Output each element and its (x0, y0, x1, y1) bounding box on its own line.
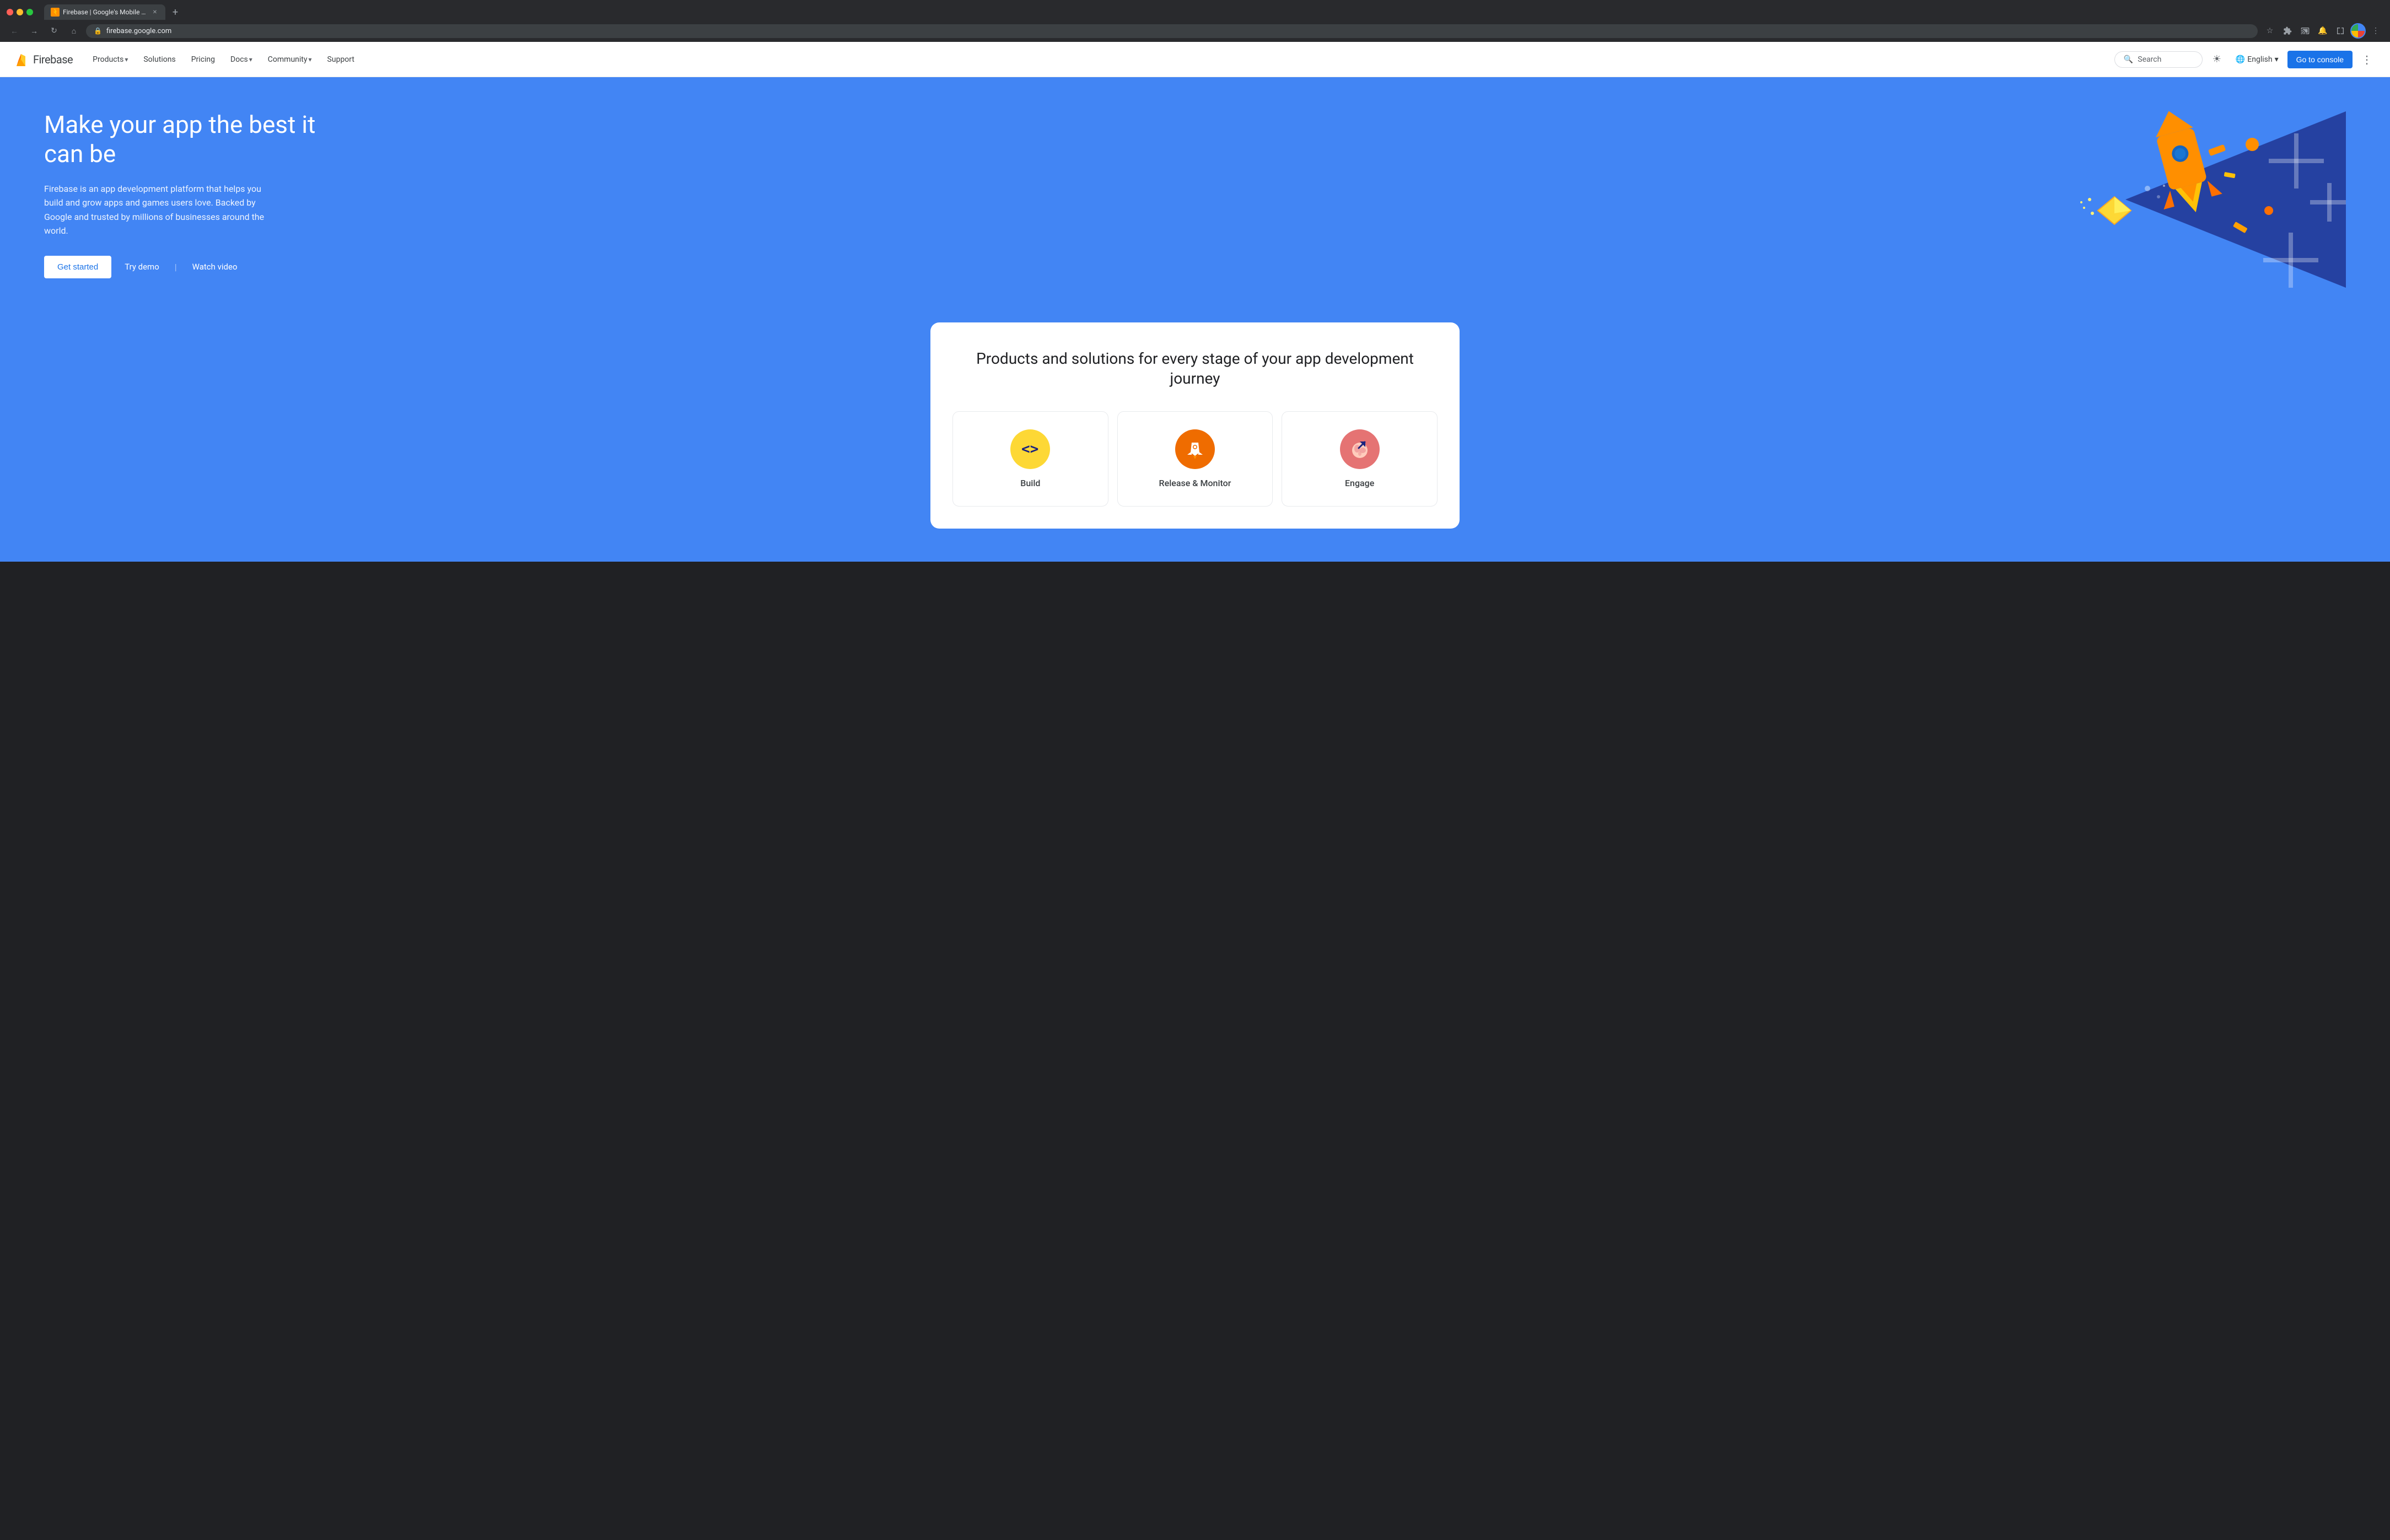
search-label: Search (2138, 55, 2161, 64)
hero-content: Make your app the best it can be Firebas… (44, 110, 331, 278)
back-button[interactable]: ← (7, 23, 22, 39)
hero-actions: Get started Try demo | Watch video (44, 256, 331, 278)
hero-illustration (331, 111, 2346, 277)
firebase-flame-icon (13, 52, 29, 67)
products-section-title: Products and solutions for every stage o… (952, 349, 1438, 389)
product-item-build[interactable]: <> Build (952, 411, 1108, 507)
website-content: Firebase Products ▾ Solutions Pricing Do… (0, 42, 2390, 562)
language-chevron-icon: ▾ (2275, 55, 2279, 64)
engage-icon-svg (1349, 438, 1371, 460)
maximize-window-button[interactable] (26, 9, 33, 15)
tab-title: Firebase | Google's Mobile &... (63, 8, 148, 16)
nav-item-docs[interactable]: Docs ▾ (224, 51, 259, 68)
browser-toolbar: ← → ↻ ⌂ 🔒 firebase.google.com ☆ 🔔 (0, 20, 2390, 42)
tab-close-button[interactable]: ✕ (151, 8, 159, 16)
home-button[interactable]: ⌂ (66, 23, 82, 39)
products-card: Products and solutions for every stage o… (930, 322, 1460, 529)
hero-description: Firebase is an app development platform … (44, 182, 276, 238)
release-label: Release & Monitor (1159, 478, 1231, 488)
address-bar[interactable]: 🔒 firebase.google.com (86, 24, 2258, 38)
engage-label: Engage (1345, 478, 1374, 488)
hero-section: Make your app the best it can be Firebas… (0, 77, 2390, 322)
products-chevron-icon: ▾ (125, 56, 128, 63)
profile-avatar[interactable] (2350, 23, 2366, 39)
traffic-lights (7, 9, 33, 15)
split-screen-icon[interactable] (2333, 23, 2348, 39)
go-to-console-button[interactable]: Go to console (2287, 51, 2353, 68)
extensions-icon[interactable] (2280, 23, 2295, 39)
build-icon-svg: <> (1019, 438, 1041, 460)
url-text: firebase.google.com (106, 27, 2250, 35)
language-selector[interactable]: 🌐 English ▾ (2231, 52, 2283, 67)
reload-button[interactable]: ↻ (46, 23, 62, 39)
docs-chevron-icon: ▾ (249, 56, 252, 63)
chrome-menu-icon[interactable]: ⋮ (2368, 23, 2383, 39)
nav-more-button[interactable]: ⋮ (2357, 50, 2377, 69)
engage-icon (1340, 429, 1380, 469)
try-demo-link[interactable]: Try demo (125, 262, 159, 272)
nav-items: Products ▾ Solutions Pricing Docs ▾ Comm… (86, 51, 2114, 68)
products-section: Products and solutions for every stage o… (0, 322, 2390, 562)
nav-item-community[interactable]: Community ▾ (261, 51, 319, 68)
nav-item-products[interactable]: Products ▾ (86, 51, 134, 68)
nav-right: 🔍 Search ☀ 🌐 English ▾ Go to console ⋮ (2114, 50, 2377, 69)
watch-video-link[interactable]: Watch video (192, 262, 238, 272)
get-started-button[interactable]: Get started (44, 256, 111, 278)
bookmark-icon[interactable]: ☆ (2262, 23, 2278, 39)
forward-button[interactable]: → (26, 23, 42, 39)
tab-bar: Firebase | Google's Mobile &... ✕ + (44, 4, 2383, 20)
globe-icon: 🌐 (2236, 55, 2245, 64)
close-window-button[interactable] (7, 9, 13, 15)
svg-text:<>: <> (1021, 441, 1038, 457)
nav-item-pricing[interactable]: Pricing (185, 51, 222, 68)
lock-icon: 🔒 (94, 27, 102, 35)
tab-favicon-icon (51, 8, 60, 17)
theme-toggle-button[interactable]: ☀ (2207, 50, 2227, 69)
toolbar-actions: ☆ 🔔 ⋮ (2262, 23, 2383, 39)
minimize-window-button[interactable] (17, 9, 23, 15)
release-icon-svg (1184, 438, 1206, 460)
active-tab[interactable]: Firebase | Google's Mobile &... ✕ (44, 4, 165, 20)
nav-item-support[interactable]: Support (321, 51, 361, 68)
product-item-release[interactable]: Release & Monitor (1117, 411, 1273, 507)
browser-title-bar: Firebase | Google's Mobile &... ✕ + (0, 0, 2390, 20)
hero-title: Make your app the best it can be (44, 110, 331, 169)
notifications-icon[interactable]: 🔔 (2315, 23, 2330, 39)
nav-item-solutions[interactable]: Solutions (137, 51, 182, 68)
new-tab-button[interactable]: + (168, 4, 183, 20)
products-grid: <> Build (952, 411, 1438, 507)
build-label: Build (1020, 478, 1040, 488)
language-text: English (2247, 55, 2272, 64)
browser-chrome: Firebase | Google's Mobile &... ✕ + ← → … (0, 0, 2390, 42)
hero-divider: | (175, 262, 177, 272)
cast-icon[interactable] (2297, 23, 2313, 39)
release-icon (1175, 429, 1215, 469)
build-icon: <> (1010, 429, 1050, 469)
firebase-logo-text: Firebase (33, 53, 73, 66)
main-nav: Firebase Products ▾ Solutions Pricing Do… (0, 42, 2390, 77)
product-item-engage[interactable]: Engage (1282, 411, 1438, 507)
search-bar[interactable]: 🔍 Search (2114, 51, 2203, 68)
rocket-illustration (2015, 100, 2346, 299)
search-icon: 🔍 (2124, 55, 2133, 64)
firebase-logo[interactable]: Firebase (13, 52, 73, 67)
community-chevron-icon: ▾ (309, 56, 312, 63)
